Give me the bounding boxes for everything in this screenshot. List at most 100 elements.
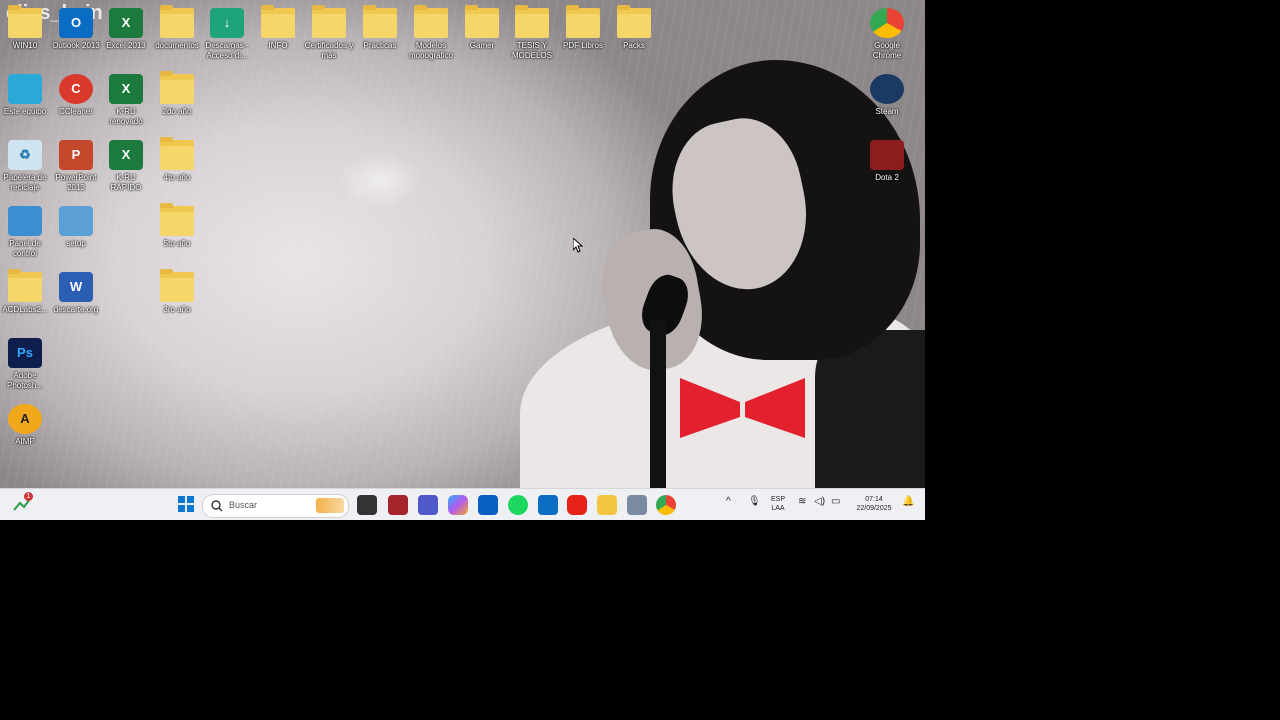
desktop-icon-label: 3ro año: [163, 305, 191, 314]
search-highlight-icon: [316, 498, 344, 513]
battery-icon[interactable]: ▭: [831, 497, 840, 507]
desktop-icon-outlook[interactable]: O Outlook 2013: [51, 8, 101, 51]
word-icon: W: [59, 272, 93, 302]
desktop-icon-label: Descargas - Acceso di...: [205, 41, 249, 60]
desktop-icon-papelera[interactable]: ♻ Papelera de reciclaje: [0, 140, 50, 193]
desktop-icon-4to-ano[interactable]: 4to año: [152, 137, 202, 183]
desktop-icon-label: K-RU RÁPIDO: [110, 173, 142, 192]
desktop-icon-label: Adobe Photosh...: [6, 371, 44, 390]
folder-icon: [8, 5, 42, 38]
taskbar-outlook-icon[interactable]: [538, 495, 558, 515]
taskbar-spotify-icon[interactable]: [508, 495, 528, 515]
folder-icon: [8, 269, 42, 302]
chrome-icon: [870, 8, 904, 38]
desktop-icon-label: PowerPoint 2013: [55, 173, 97, 192]
desktop-icon-label: 4to año: [163, 173, 191, 182]
taskbar-file-explorer-icon[interactable]: [597, 495, 617, 515]
taskbar-snipping-icon[interactable]: [627, 495, 647, 515]
clock-date: 22/09/2025: [856, 505, 892, 512]
desktop-icon-label: Dota 2: [875, 173, 899, 182]
aimp-icon: A: [8, 404, 42, 434]
computer-icon: [8, 74, 42, 104]
desktop-icon-kru-rapido[interactable]: X K-RU RÁPIDO: [101, 140, 151, 193]
taskbar-search[interactable]: Buscar: [202, 494, 349, 518]
desktop-icon-tesis[interactable]: TESIS Y MODELOS: [507, 5, 557, 61]
desktop-icon-acdlabs[interactable]: ACDLabs2...: [0, 269, 50, 315]
taskbar-youtube-icon[interactable]: [567, 495, 587, 515]
desktop-icon-label: AIMP: [15, 437, 35, 446]
desktop-icon-label: descarte.org: [53, 305, 99, 314]
widgets-button[interactable]: 1: [12, 492, 33, 515]
start-button[interactable]: [177, 495, 197, 515]
desktop-icon-packs[interactable]: Packs: [609, 5, 659, 51]
desktop-icon-documentos[interactable]: documentos: [152, 5, 202, 51]
desktop-icon-pdf-libros[interactable]: PDF Libros: [558, 5, 608, 51]
desktop-screen: elias_bain WIN10 O Outlook 2013 X Excel …: [0, 0, 925, 520]
chevron-up-icon[interactable]: ^: [726, 497, 731, 507]
desktop-icon-2do-ano[interactable]: 2do año: [152, 71, 202, 117]
taskbar: 1 Buscar ^ 🎙 ESP LAA ≋ ◁) ▭ 07:14 22/09/…: [0, 488, 925, 520]
desktop-icon-photoshop[interactable]: Ps Adobe Photosh...: [0, 338, 50, 391]
desktop-icon-label: Este equipo: [3, 107, 47, 116]
desktop-icon-descargas[interactable]: ↓ Descargas - Acceso di...: [202, 8, 252, 61]
desktop-icon-kru-renovado[interactable]: X K-RU renovado: [101, 74, 151, 127]
desktop-icon-modelos[interactable]: Modelos monográfico: [406, 5, 456, 61]
desktop-icon-aimp[interactable]: A AIMP: [0, 404, 50, 447]
folder-icon: [160, 137, 194, 170]
folder-icon: [312, 5, 346, 38]
desktop-icon-este-equipo[interactable]: Este equipo: [0, 74, 50, 117]
clock[interactable]: 07:14 22/09/2025: [850, 495, 898, 513]
desktop-icon-label: Certificados y más: [304, 41, 354, 60]
desktop-icon-dota2[interactable]: Dota 2: [862, 140, 912, 183]
microphone-icon[interactable]: 🎙: [748, 497, 761, 507]
taskbar-chrome-icon[interactable]: [656, 495, 676, 515]
windows-logo-icon: [178, 496, 194, 512]
desktop-icon-5to-ano[interactable]: 5to año: [152, 203, 202, 249]
desktop-icon-label: INFO: [268, 41, 288, 50]
desktop-icon-win10[interactable]: WIN10: [0, 5, 50, 51]
ccleaner-icon: C: [59, 74, 93, 104]
notifications-bell-icon[interactable]: 🔔: [902, 497, 914, 507]
notification-badge: 1: [24, 492, 33, 501]
search-placeholder: Buscar: [229, 500, 258, 510]
desktop-icon-gamer[interactable]: Gamer: [457, 5, 507, 51]
outlook-icon: O: [59, 8, 93, 38]
folder-icon: [566, 5, 600, 38]
clock-time: 07:14: [865, 496, 883, 503]
taskbar-task-view[interactable]: [357, 495, 377, 515]
excel-icon: X: [109, 8, 143, 38]
taskbar-store-icon[interactable]: [478, 495, 498, 515]
setup-icon: [59, 206, 93, 236]
excel-icon: X: [109, 74, 143, 104]
volume-icon[interactable]: ◁): [814, 497, 825, 507]
desktop-icon-panel-control[interactable]: Panel de control: [0, 206, 50, 259]
desktop-icon-label: Excel 2013: [106, 41, 146, 50]
wifi-icon[interactable]: ≋: [798, 497, 806, 507]
excel-icon: X: [109, 140, 143, 170]
folder-icon: [160, 203, 194, 236]
desktop-icon-setup[interactable]: setup: [51, 206, 101, 249]
recycle-bin-icon: ♻: [8, 140, 42, 170]
taskbar-teams-icon[interactable]: [418, 495, 438, 515]
language-indicator[interactable]: ESP LAA: [768, 495, 788, 513]
desktop-icon-certificados[interactable]: Certificados y más: [304, 5, 354, 61]
desktop-icon-chrome[interactable]: Google Chrome: [862, 8, 912, 61]
desktop-icon-label: TESIS Y MODELOS: [511, 41, 552, 60]
desktop-icon-3ro-ano[interactable]: 3ro año: [152, 269, 202, 315]
folder-icon: [414, 5, 448, 38]
desktop-icon-ccleaner[interactable]: C CCleaner: [51, 74, 101, 117]
desktop-icon-practicas[interactable]: Prácticas: [355, 5, 405, 51]
desktop-icon-powerpoint[interactable]: P PowerPoint 2013: [51, 140, 101, 193]
mouse-cursor-icon: [573, 238, 583, 253]
folder-icon: [160, 71, 194, 104]
desktop-icon-descarte[interactable]: W descarte.org: [51, 272, 101, 315]
photoshop-icon: Ps: [8, 338, 42, 368]
desktop-icon-info[interactable]: INFO: [253, 5, 303, 51]
search-icon: [211, 500, 223, 512]
desktop-icon-label: Panel de control: [9, 239, 41, 258]
desktop-icon-label: PDF Libros: [562, 41, 603, 50]
taskbar-access-icon[interactable]: [388, 495, 408, 515]
desktop-icon-excel[interactable]: X Excel 2013: [101, 8, 151, 51]
desktop-icon-steam[interactable]: Steam: [862, 74, 912, 117]
taskbar-copilot-icon[interactable]: [448, 495, 468, 515]
